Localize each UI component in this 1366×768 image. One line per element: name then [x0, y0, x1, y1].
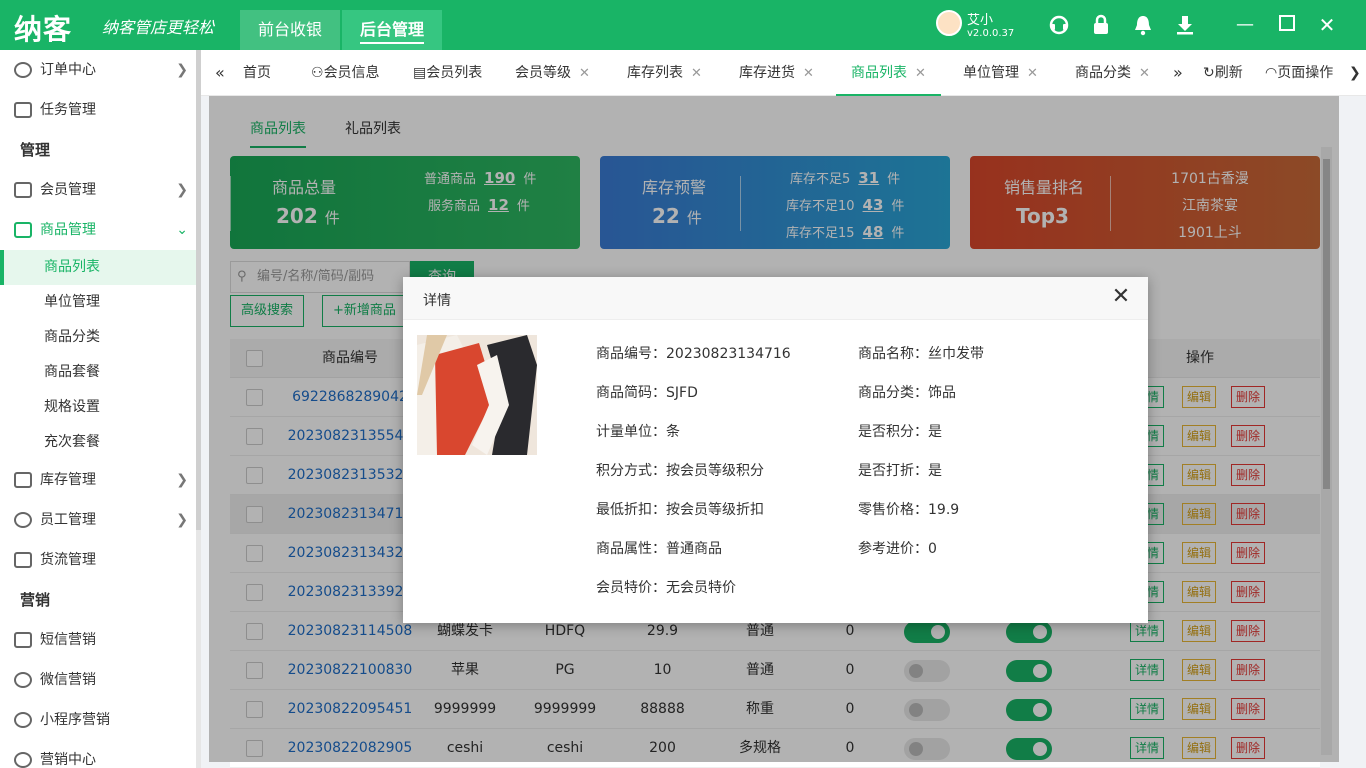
close-icon[interactable]: ✕ [579, 66, 590, 81]
field-code: 商品编号：20230823134716 [596, 346, 791, 362]
chevron-right-icon: ❯ [176, 182, 188, 198]
field-member-price: 会员特价：无会员特价 [596, 580, 736, 596]
sidebar-item-goods[interactable]: 商品管理 ⌄ [0, 210, 196, 250]
chevron-down-icon: ⌄ [176, 222, 188, 238]
sidebar-item-members[interactable]: 会员管理 ❯ [0, 170, 196, 210]
modal-header: 详情 ✕ [403, 277, 1148, 320]
sidebar: 订单中心 ❯ 任务管理 管理 会员管理 ❯ 商品管理 ⌄ 商品列表 单位管理 商品分类… [0, 50, 196, 768]
sidebar-sub-specs[interactable]: 规格设置 [0, 390, 196, 425]
page-tabs: « 首页 ⚇会员信息 ▤会员列表 会员等级 ✕ 库存列表 ✕ 库存进货 ✕ 商品列表 ✕… [201, 50, 1366, 96]
sidebar-sub-categories[interactable]: 商品分类 [0, 320, 196, 355]
person-icon [14, 512, 32, 528]
field-discount: 是否打折：是 [858, 463, 942, 479]
close-icon[interactable]: ✕ [1139, 66, 1150, 81]
bell-icon[interactable] [1132, 14, 1154, 36]
sidebar-item-miniprogram[interactable]: 小程序营销 [0, 700, 196, 740]
modal-title: 详情 [423, 293, 451, 309]
sidebar-item-marketing-center[interactable]: 营销中心 [0, 740, 196, 768]
compass-icon [14, 752, 32, 768]
tab-member-list[interactable]: ▤会员列表 [413, 50, 482, 96]
field-attr: 商品属性：普通商品 [596, 541, 722, 557]
field-cost: 参考进价：0 [858, 541, 937, 557]
sidebar-item-staff[interactable]: 员工管理 ❯ [0, 500, 196, 540]
refresh-icon: ↻ [1203, 65, 1215, 81]
field-min-discount: 最低折扣：按会员等级折扣 [596, 502, 764, 518]
wechat-icon [14, 672, 32, 688]
inventory-icon [14, 472, 32, 488]
chevron-right-icon[interactable]: ❯ [1349, 50, 1361, 96]
mail-icon [14, 632, 32, 648]
close-icon[interactable]: ✕ [691, 66, 702, 81]
clipboard-icon: ▤ [413, 65, 427, 81]
crown-icon [14, 182, 32, 198]
tab-member-info[interactable]: ⚇会员信息 [311, 50, 380, 96]
field-abbr: 商品简码：SJFD [596, 385, 698, 401]
field-points: 是否积分：是 [858, 424, 942, 440]
field-points-mode: 积分方式：按会员等级积分 [596, 463, 764, 479]
sidebar-item-logistics[interactable]: 货流管理 [0, 540, 196, 580]
top-bar: 纳客 纳客管店更轻松 前台收银 后台管理 艾小 v2.0.0.37 — ✕ [0, 0, 1366, 50]
ops-icon: ◠ [1265, 65, 1278, 81]
globe-icon [14, 62, 32, 78]
field-price: 零售价格：19.9 [858, 502, 960, 518]
app-version: v2.0.0.37 [967, 28, 1015, 39]
page-ops-button[interactable]: ◠页面操作 [1265, 50, 1333, 96]
sidebar-item-tasks[interactable]: 任务管理 [0, 90, 196, 130]
nav-front-cashier[interactable]: 前台收银 [240, 10, 341, 50]
field-unit: 计量单位：条 [596, 424, 680, 440]
tab-stock-list[interactable]: 库存列表 ✕ [627, 50, 702, 96]
truck-icon [14, 552, 32, 568]
chevron-right-icon: ❯ [176, 62, 188, 78]
avatar[interactable] [936, 10, 962, 36]
sidebar-item-orders[interactable]: 订单中心 ❯ [0, 50, 196, 90]
nav-back-admin[interactable]: 后台管理 [342, 10, 443, 50]
sidebar-scrollbar[interactable] [196, 50, 201, 768]
person-icon: ⚇ [311, 65, 324, 81]
close-icon[interactable]: ✕ [915, 66, 926, 81]
chevron-right-icon: ❯ [176, 472, 188, 488]
goods-icon [14, 222, 32, 238]
field-category: 商品分类：饰品 [858, 385, 956, 401]
sidebar-item-sms[interactable]: 短信营销 [0, 620, 196, 660]
refresh-button[interactable]: ↻刷新 [1203, 50, 1243, 96]
lock-icon[interactable] [1090, 14, 1112, 36]
app-logo: 纳客 [14, 13, 73, 46]
tab-categories[interactable]: 商品分类 ✕ [1075, 50, 1150, 96]
tab-stock-in[interactable]: 库存进货 ✕ [739, 50, 814, 96]
app-slogan: 纳客管店更轻松 [102, 18, 215, 37]
sidebar-item-inventory[interactable]: 库存管理 ❯ [0, 460, 196, 500]
sidebar-sub-packages[interactable]: 商品套餐 [0, 355, 196, 390]
task-icon [14, 102, 32, 118]
chevron-right-icon: ❯ [176, 512, 188, 528]
close-icon[interactable]: ✕ [1027, 66, 1038, 81]
field-name: 商品名称：丝巾发带 [858, 346, 984, 362]
detail-modal: 详情 ✕ 商品编号：20230823134716 商品名称：丝巾发带 商品简码：… [403, 277, 1148, 623]
user-name: 艾小 [967, 13, 994, 28]
miniprogram-icon [14, 712, 32, 728]
maximize-icon[interactable] [1276, 14, 1298, 36]
sidebar-heading-marketing: 营销 [20, 591, 51, 609]
tab-member-level[interactable]: 会员等级 ✕ [515, 50, 590, 96]
sidebar-sub-recharge-packages[interactable]: 充次套餐 [0, 425, 196, 460]
sidebar-sub-goods-list[interactable]: 商品列表 [0, 250, 196, 285]
sidebar-sub-units[interactable]: 单位管理 [0, 285, 196, 320]
sidebar-heading-manage: 管理 [20, 141, 51, 159]
sidebar-item-wechat[interactable]: 微信营销 [0, 660, 196, 700]
close-window-icon[interactable]: ✕ [1316, 14, 1338, 36]
download-icon[interactable] [1174, 14, 1196, 36]
minimize-icon[interactable]: — [1234, 14, 1256, 36]
tab-units[interactable]: 单位管理 ✕ [963, 50, 1038, 96]
support-icon[interactable] [1048, 14, 1070, 36]
tab-home[interactable]: 首页 [243, 50, 271, 96]
tab-goods-list[interactable]: 商品列表 ✕ [836, 50, 941, 96]
tabs-scroll-right-icon[interactable]: » [1173, 50, 1183, 96]
tabs-scroll-left-icon[interactable]: « [215, 50, 225, 96]
close-icon[interactable]: ✕ [1110, 286, 1132, 308]
product-image [417, 335, 537, 455]
close-icon[interactable]: ✕ [803, 66, 814, 81]
